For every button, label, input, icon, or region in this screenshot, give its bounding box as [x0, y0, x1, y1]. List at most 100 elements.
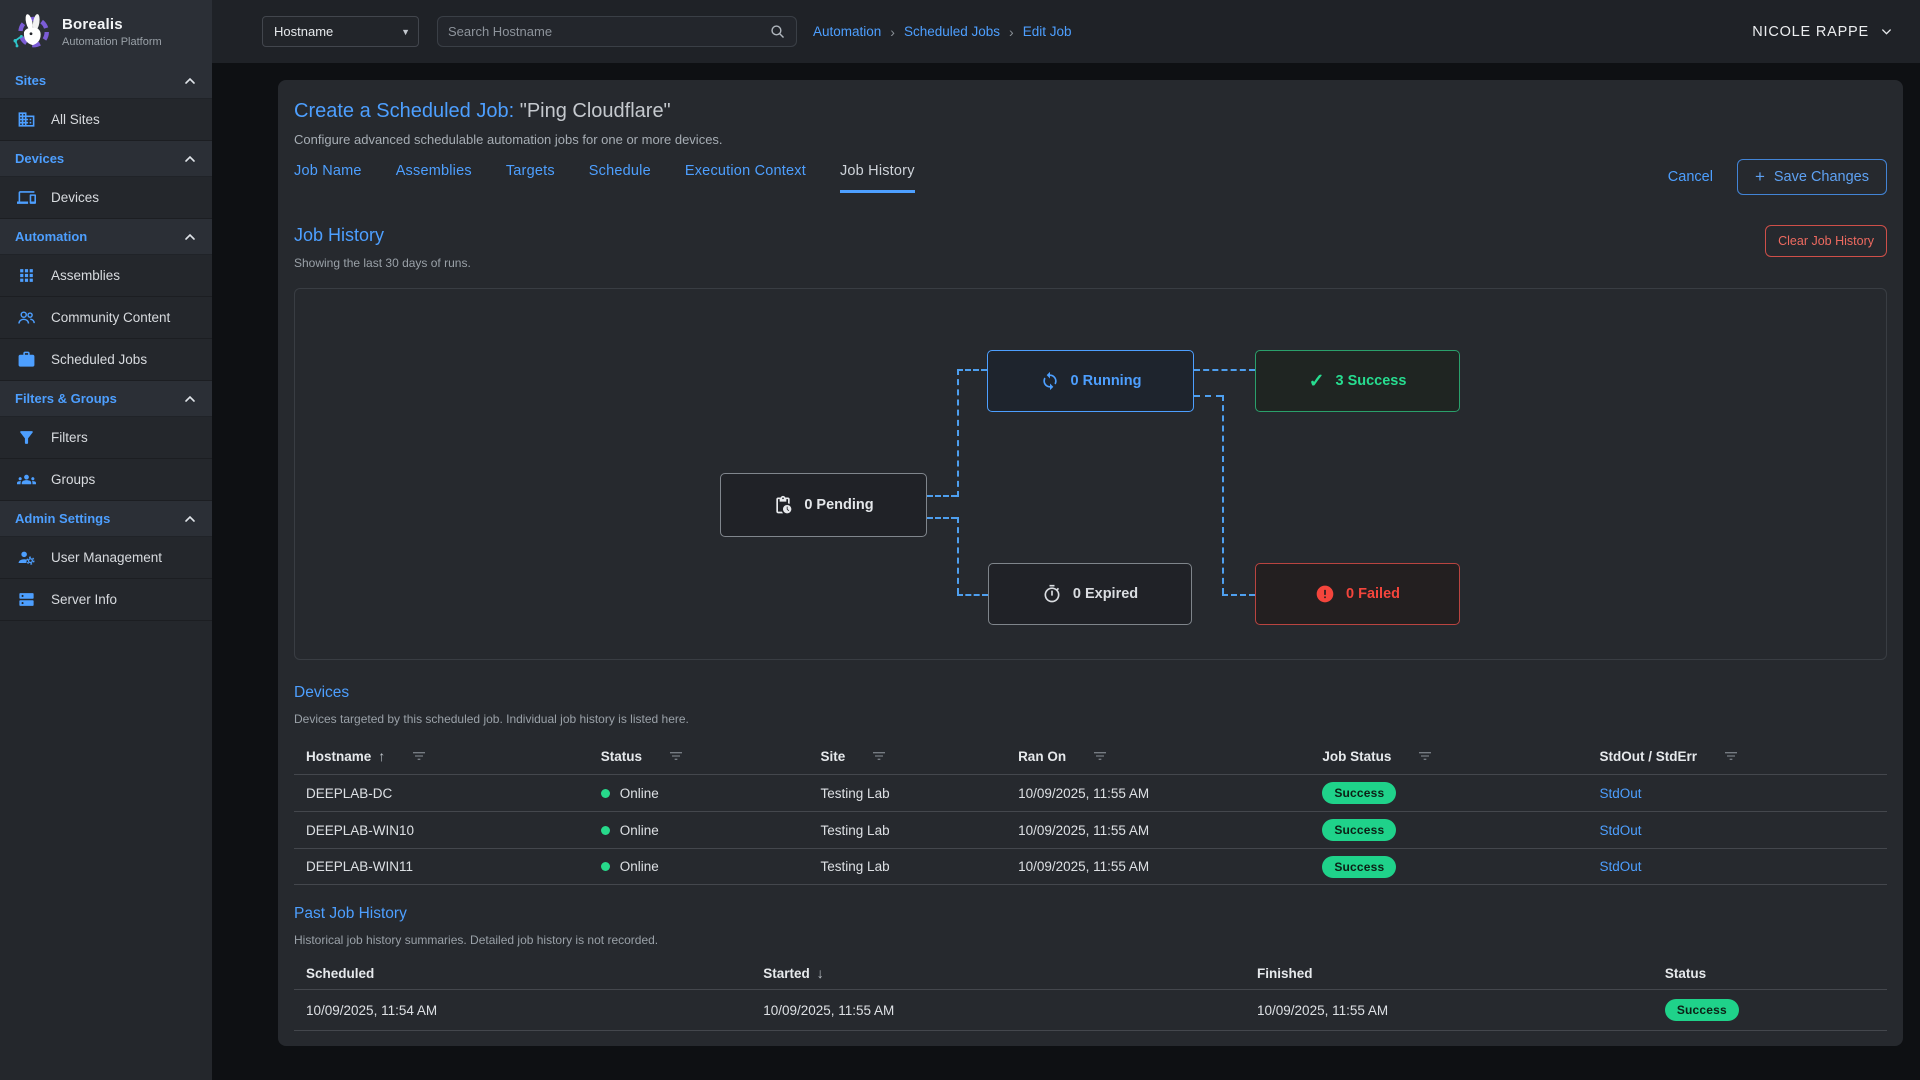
sidebar-section-admin-settings[interactable]: Admin Settings	[0, 501, 212, 537]
tab-targets[interactable]: Targets	[506, 163, 555, 193]
past-job-history-subheading: Historical job history summaries. Detail…	[294, 933, 1887, 947]
column-header-stdout-stderr[interactable]: StdOut / StdErr	[1587, 748, 1887, 764]
sidebar-item-community-content[interactable]: Community Content	[0, 297, 212, 339]
flow-connector	[927, 517, 957, 519]
breadcrumb-separator-icon: ›	[1009, 24, 1014, 40]
hostname-select-value: Hostname	[274, 24, 333, 39]
column-header-status[interactable]: Status	[589, 748, 809, 764]
people-icon	[17, 308, 36, 327]
column-header-started[interactable]: Started ↓	[751, 965, 1245, 981]
filter-list-icon[interactable]	[871, 748, 887, 764]
tab-job-name[interactable]: Job Name	[294, 163, 362, 193]
column-header-site[interactable]: Site	[809, 748, 1007, 764]
sidebar-item-groups[interactable]: Groups	[0, 459, 212, 501]
sidebar-item-filters[interactable]: Filters	[0, 417, 212, 459]
flow-connector	[957, 594, 988, 596]
chevron-up-icon	[182, 391, 198, 407]
sidebar-section-label: Admin Settings	[15, 511, 110, 526]
breadcrumb-separator-icon: ›	[890, 24, 895, 40]
main-content-card: Create a Scheduled Job: "Ping Cloudflare…	[278, 80, 1903, 1046]
table-row: DEEPLAB-DC Online Testing Lab 10/09/2025…	[294, 774, 1887, 811]
filter-list-icon[interactable]	[1092, 748, 1108, 764]
flow-node-label: 0 Expired	[1073, 586, 1138, 602]
filter-list-icon[interactable]	[411, 748, 427, 764]
column-header-scheduled[interactable]: Scheduled	[294, 966, 751, 981]
sidebar-section-devices[interactable]: Devices	[0, 141, 212, 177]
server-icon	[17, 590, 36, 609]
cell-site: Testing Lab	[809, 786, 1007, 801]
borealis-rabbit-logo	[10, 11, 52, 53]
sidebar-item-scheduled-jobs[interactable]: Scheduled Jobs	[0, 339, 212, 381]
filter-list-icon[interactable]	[1417, 748, 1433, 764]
cell-status: Online	[589, 823, 809, 838]
user-menu[interactable]: NICOLE RAPPE	[1752, 24, 1894, 40]
user-gear-icon	[17, 548, 36, 567]
flow-node-success: ✓ 3 Success	[1255, 350, 1460, 412]
tab-job-history[interactable]: Job History	[840, 163, 915, 193]
flow-node-label: 0 Failed	[1346, 586, 1400, 602]
stdout-link[interactable]: StdOut	[1599, 823, 1641, 838]
user-name: NICOLE RAPPE	[1752, 24, 1869, 40]
cancel-button[interactable]: Cancel	[1668, 169, 1713, 185]
sidebar-item-devices[interactable]: Devices	[0, 177, 212, 219]
devices-icon	[17, 188, 36, 207]
cell-ran-on: 10/09/2025, 11:55 AM	[1006, 786, 1310, 801]
filter-funnel-icon	[17, 428, 36, 447]
search-icon[interactable]	[769, 23, 786, 40]
column-header-finished[interactable]: Finished	[1245, 966, 1653, 981]
column-header-hostname[interactable]: Hostname ↑	[294, 748, 589, 764]
cell-site: Testing Lab	[809, 823, 1007, 838]
breadcrumb-automation[interactable]: Automation	[813, 24, 881, 39]
sidebar-item-user-management[interactable]: User Management	[0, 537, 212, 579]
save-changes-button[interactable]: + Save Changes	[1737, 159, 1887, 195]
online-status-dot	[601, 826, 610, 835]
breadcrumb-scheduled-jobs[interactable]: Scheduled Jobs	[904, 24, 1000, 39]
sidebar-section-label: Sites	[15, 73, 46, 88]
cell-site: Testing Lab	[809, 859, 1007, 874]
hostname-select[interactable]: Hostname ▼	[262, 16, 419, 47]
breadcrumb: Automation › Scheduled Jobs › Edit Job	[813, 24, 1072, 40]
save-changes-label: Save Changes	[1774, 169, 1869, 185]
page-title-job-name: "Ping Cloudflare"	[514, 100, 671, 122]
timer-icon	[1042, 584, 1062, 604]
sidebar-item-label: Scheduled Jobs	[51, 352, 147, 367]
filter-list-icon[interactable]	[668, 748, 684, 764]
sidebar-item-label: Server Info	[51, 592, 117, 607]
stdout-link[interactable]: StdOut	[1599, 859, 1641, 874]
tab-execution-context[interactable]: Execution Context	[685, 163, 806, 193]
tab-bar: Job Name Assemblies Targets Schedule Exe…	[294, 163, 915, 193]
filter-list-icon[interactable]	[1723, 748, 1739, 764]
sidebar-item-assemblies[interactable]: Assemblies	[0, 255, 212, 297]
sidebar-item-server-info[interactable]: Server Info	[0, 579, 212, 621]
sidebar-section-filters-groups[interactable]: Filters & Groups	[0, 381, 212, 417]
clear-job-history-button[interactable]: Clear Job History	[1765, 225, 1887, 257]
chevron-up-icon	[182, 73, 198, 89]
breadcrumb-edit-job[interactable]: Edit Job	[1023, 24, 1072, 39]
sidebar-item-all-sites[interactable]: All Sites	[0, 99, 212, 141]
search-box	[437, 16, 797, 47]
job-history-header-text: Job History Showing the last 30 days of …	[294, 225, 471, 270]
flow-node-running: 0 Running	[987, 350, 1194, 412]
status-badge: Success	[1322, 782, 1396, 804]
sidebar: Sites All Sites Devices Devices Automati…	[0, 63, 212, 1080]
flow-node-label: 0 Running	[1071, 373, 1142, 389]
tab-schedule[interactable]: Schedule	[589, 163, 651, 193]
search-input[interactable]	[448, 24, 769, 39]
sidebar-section-sites[interactable]: Sites	[0, 63, 212, 99]
column-header-ran-on[interactable]: Ran On	[1006, 748, 1310, 764]
past-job-history-table: Scheduled Started ↓ Finished Status 10/0…	[294, 957, 1887, 1031]
app-window: Borealis Automation Platform Hostname ▼ …	[0, 0, 1920, 1080]
plus-icon: +	[1755, 171, 1765, 183]
header-actions: Cancel + Save Changes	[1668, 159, 1887, 195]
stdout-link[interactable]: StdOut	[1599, 786, 1641, 801]
error-icon	[1315, 584, 1335, 604]
sidebar-section-automation[interactable]: Automation	[0, 219, 212, 255]
cell-status: Success	[1653, 999, 1887, 1021]
column-header-status[interactable]: Status	[1653, 966, 1887, 981]
tab-assemblies[interactable]: Assemblies	[396, 163, 472, 193]
groups-icon	[17, 470, 36, 489]
flow-connector	[1194, 369, 1255, 371]
column-header-job-status[interactable]: Job Status	[1310, 748, 1587, 764]
sidebar-item-label: All Sites	[51, 112, 100, 127]
flow-connector	[957, 369, 959, 497]
